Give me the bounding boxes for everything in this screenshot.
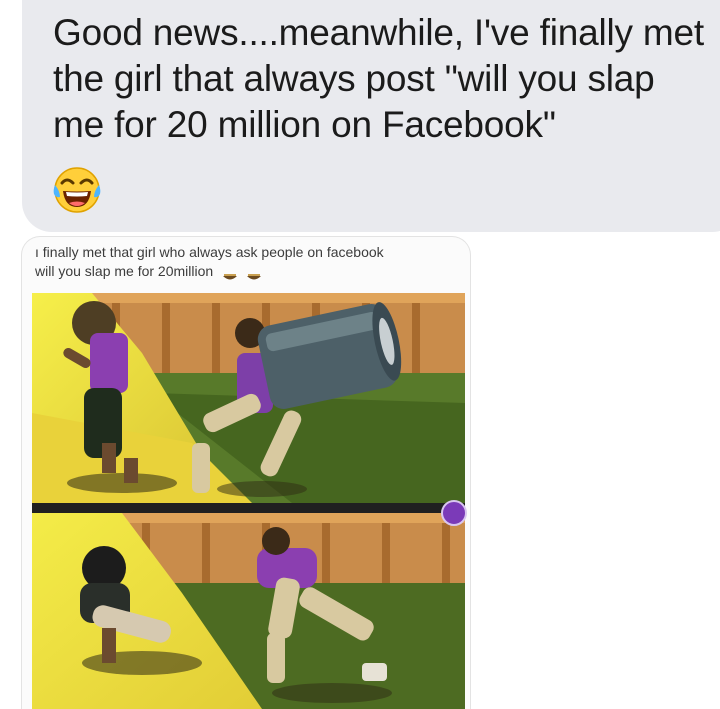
- bottom-photo[interactable]: [32, 513, 465, 709]
- caption-line-1-text: finally met that girl who always ask peo…: [42, 244, 384, 260]
- tears-of-joy-emoji: [52, 165, 102, 215]
- top-photo[interactable]: [32, 293, 465, 503]
- message-text: Good news....meanwhile, I've finally met…: [53, 12, 704, 145]
- caption-line-1: ı finally met that girl who always ask p…: [35, 244, 384, 260]
- watermark-badge: [441, 500, 467, 526]
- shared-image-card[interactable]: ı finally met that girl who always ask p…: [22, 237, 470, 709]
- laughing-emoji: [223, 268, 238, 280]
- laughing-emoji-2: [246, 268, 261, 280]
- caption-line-2-text: will you slap me for 20million: [35, 263, 214, 279]
- caption-line-2: will you slap me for 20million: [35, 262, 465, 281]
- image-caption: ı finally met that girl who always ask p…: [35, 243, 465, 281]
- photo-collage: [32, 293, 467, 709]
